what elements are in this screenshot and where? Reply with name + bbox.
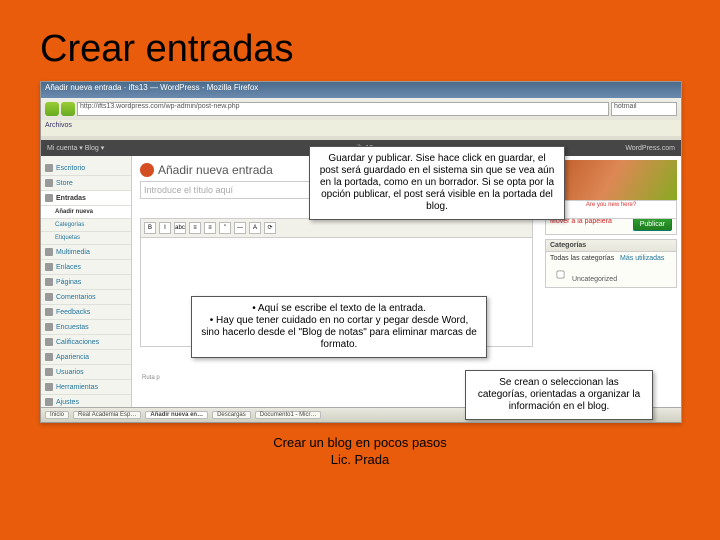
menu-icon (45, 383, 53, 391)
slide-footer: Crear un blog en pocos pasos Lic. Prada (40, 435, 680, 469)
taskbar-item[interactable]: Documento1 - Micr… (255, 411, 322, 419)
menu-icon (45, 194, 53, 202)
editor-path: Ruta p (142, 375, 160, 381)
sidebar-item-feedbacks[interactable]: Feedbacks (41, 305, 131, 320)
cat-tab-all[interactable]: Todas las categorías (550, 255, 614, 262)
forward-button[interactable] (61, 102, 75, 116)
taskbar-item[interactable]: Descargas (212, 411, 251, 419)
cat-item: Uncategorized (572, 276, 617, 283)
categories-widget: Categorías Todas las categorías Más util… (545, 239, 677, 288)
menu-icon (45, 293, 53, 301)
editor-toolbar[interactable]: BIabc≡≡"—A⟳ (140, 218, 533, 238)
window-title: Añadir nueva entrada · ifts13 — WordPres… (41, 82, 681, 98)
sidebar-item-añadir-nueva[interactable]: Añadir nueva (41, 206, 131, 219)
toolbar-btn[interactable]: I (159, 222, 171, 234)
sidebar-item-herramientas[interactable]: Herramientas (41, 380, 131, 395)
callout-editor-line1: • Aquí se escribe el texto de la entrada… (200, 303, 478, 315)
sidebar-item-encuestas[interactable]: Encuestas (41, 320, 131, 335)
toolbar-btn[interactable]: ≡ (204, 222, 216, 234)
taskbar-item[interactable]: Real Academia Esp… (73, 411, 141, 419)
callout-editor: • Aquí se escribe el texto de la entrada… (191, 296, 487, 358)
publish-button[interactable]: Publicar (633, 218, 672, 231)
wp-sidebar: EscritorioStoreEntradasAñadir nuevaCateg… (41, 141, 132, 411)
browser-chrome: Añadir nueva entrada · ifts13 — WordPres… (41, 82, 681, 141)
footer-line1: Crear un blog en pocos pasos (40, 435, 680, 452)
toolbar-btn[interactable]: B (144, 222, 156, 234)
toolbar-btn[interactable]: ≡ (189, 222, 201, 234)
menu-icon (45, 353, 53, 361)
toolbar-btn[interactable]: abc (174, 222, 186, 234)
menu-icon (45, 248, 53, 256)
screenshot: Añadir nueva entrada · ifts13 — WordPres… (40, 81, 682, 423)
sidebar-item-comentarios[interactable]: Comentarios (41, 290, 131, 305)
menu-icon (45, 263, 53, 271)
sidebar-item-calificaciones[interactable]: Calificaciones (41, 335, 131, 350)
admin-bar-left[interactable]: Mi cuenta ▾ Blog ▾ (47, 144, 104, 152)
menu-icon (45, 398, 53, 406)
menu-icon (45, 179, 53, 187)
sidebar-item-multimedia[interactable]: Multimedia (41, 245, 131, 260)
callout-categories: Se crean o seleccionan las categorías, o… (465, 370, 653, 420)
sidebar-item-enlaces[interactable]: Enlaces (41, 260, 131, 275)
menu-icon (45, 164, 53, 172)
taskbar-item[interactable]: Añadir nueva en… (145, 411, 208, 419)
menu-icon (45, 278, 53, 286)
cat-tab-used[interactable]: Más utilizadas (620, 255, 664, 262)
bookmarks-bar: Archivos (41, 120, 681, 136)
toolbar-btn[interactable]: " (219, 222, 231, 234)
footer-line2: Lic. Prada (40, 452, 680, 469)
sidebar-item-apariencia[interactable]: Apariencia (41, 350, 131, 365)
taskbar-item[interactable]: Inicio (45, 411, 69, 419)
menu-icon (45, 338, 53, 346)
admin-bar-right[interactable]: WordPress.com (625, 145, 675, 152)
menu-icon (45, 308, 53, 316)
toolbar-btn[interactable]: — (234, 222, 246, 234)
categories-widget-title: Categorías (546, 240, 676, 252)
sidebar-item-páginas[interactable]: Páginas (41, 275, 131, 290)
page-heading: Añadir nueva entrada (158, 163, 273, 177)
sidebar-item-store[interactable]: Store (41, 176, 131, 191)
callout-editor-line2: • Hay que tener cuidado en no cortar y p… (200, 315, 478, 351)
back-button[interactable] (45, 102, 59, 116)
callout-publish: Guardar y publicar. Sise hace click en g… (309, 146, 565, 220)
sidebar-item-escritorio[interactable]: Escritorio (41, 161, 131, 176)
sidebar-item-entradas[interactable]: Entradas (41, 191, 131, 206)
address-bar[interactable]: http://ifts13.wordpress.com/wp-admin/pos… (77, 102, 609, 116)
menu-icon (45, 368, 53, 376)
bookmark-item[interactable]: Archivos (45, 122, 72, 134)
sidebar-item-categorías[interactable]: Categorías (41, 219, 131, 232)
sidebar-item-usuarios[interactable]: Usuarios (41, 365, 131, 380)
pin-icon (140, 163, 154, 177)
sidebar-item-etiquetas[interactable]: Etiquetas (41, 232, 131, 245)
search-box[interactable]: hotmail (611, 102, 677, 116)
cat-checkbox[interactable] (557, 271, 565, 279)
slide-title: Crear entradas (40, 28, 680, 71)
menu-icon (45, 323, 53, 331)
toolbar-btn[interactable]: A (249, 222, 261, 234)
toolbar-btn[interactable]: ⟳ (264, 222, 276, 234)
